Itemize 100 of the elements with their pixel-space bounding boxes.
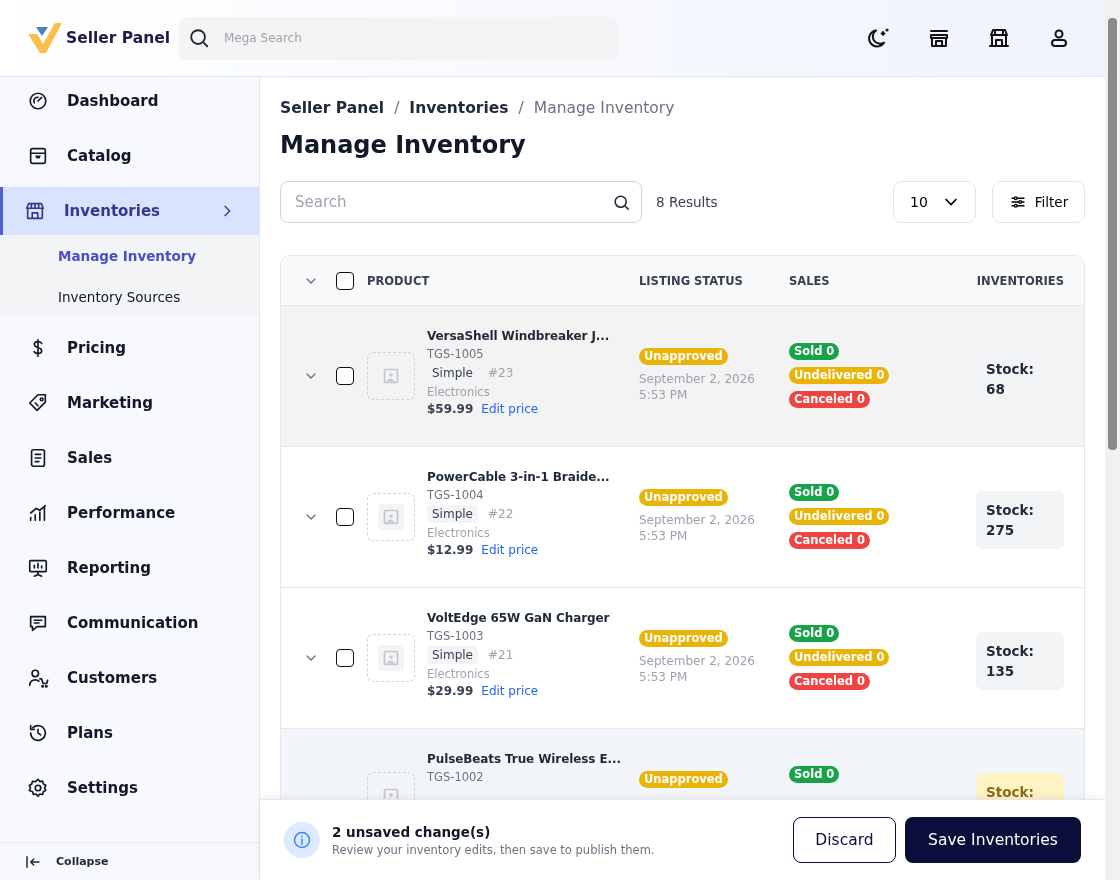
breadcrumb-current: Manage Inventory	[533, 99, 675, 117]
sidebar-item[interactable]: Plans	[0, 709, 259, 757]
listing-date: September 2, 2026 5:53 PM	[639, 653, 755, 685]
product-name: PowerCable 3-in-1 Braide...	[427, 469, 611, 486]
table-row[interactable]: PulseBeats True Wireless E... TGS-1002 Unapproved Sold 0 Stock:	[281, 729, 1084, 799]
brand-name: Seller Panel	[66, 29, 171, 47]
breadcrumb-link[interactable]: Seller Panel	[280, 99, 385, 117]
sidebar-item[interactable]: Pricing	[0, 324, 259, 372]
save-button[interactable]: Save Inventories	[905, 817, 1081, 863]
collapse-button[interactable]: Collapse	[0, 842, 259, 880]
column-header: LISTING STATUS	[639, 273, 744, 288]
filter-button[interactable]: Filter	[992, 181, 1085, 223]
search-field[interactable]: Mega Search	[178, 16, 618, 60]
scrollbar[interactable]	[1105, 0, 1120, 880]
product-name: PulseBeats True Wireless E...	[427, 751, 622, 768]
product-category: Electronics	[427, 385, 491, 399]
stock-box: Stock: 275	[976, 491, 1064, 549]
image-placeholder-icon	[367, 352, 415, 400]
breadcrumb-separator: /	[394, 99, 400, 117]
search-icon	[612, 192, 631, 212]
image-placeholder-icon	[367, 634, 415, 682]
unsaved-title: 2 unsaved change(s)	[332, 823, 492, 840]
sales-badge: Undelivered 0	[789, 508, 890, 525]
product-sku: TGS-1002	[427, 770, 485, 784]
history-icon	[27, 722, 49, 744]
sidebar-item[interactable]: Communication	[0, 599, 259, 647]
product-type-tag: Simple	[427, 505, 478, 523]
box-icon	[27, 145, 49, 167]
search-input[interactable]: Mega Search	[222, 15, 608, 61]
edit-price-link[interactable]: Edit price	[481, 543, 539, 557]
presentation-icon	[27, 557, 49, 579]
sidebar-item[interactable]: Catalog	[0, 132, 259, 180]
store-icon	[987, 26, 1011, 50]
sales-badge: Sold 0	[789, 484, 840, 501]
sidebar-subitem[interactable]: Manage Inventory	[0, 235, 259, 276]
gear-icon	[27, 777, 49, 799]
tag-icon	[27, 392, 49, 414]
product-name: VersaShell Windbreaker J...	[427, 328, 611, 345]
sidebar-item[interactable]: Inventories	[0, 187, 259, 235]
moon-icon	[867, 26, 891, 50]
sidebar-item[interactable]: Sales	[0, 434, 259, 482]
sidebar-item[interactable]: Performance	[0, 489, 259, 537]
stock-box: Stock: 135	[976, 632, 1064, 690]
page-title: Manage Inventory	[280, 131, 527, 159]
sales-badge: Canceled 0	[789, 532, 870, 549]
product-sku: TGS-1004	[427, 488, 485, 502]
listing-date: September 2, 2026 5:53 PM	[639, 371, 755, 403]
status-badge: Unapproved	[639, 348, 728, 365]
sales-badge: Sold 0	[789, 343, 840, 360]
edit-price-link[interactable]: Edit price	[481, 402, 539, 416]
select-all-checkbox[interactable]	[336, 271, 354, 290]
sales-badge: Canceled 0	[789, 673, 870, 690]
column-header: INVENTORIES	[976, 273, 1064, 288]
sidebar-subitem[interactable]: Inventory Sources	[0, 276, 259, 317]
product-type-tag: Simple	[427, 646, 478, 664]
column-header: PRODUCT	[367, 273, 431, 288]
sales-badge: Sold 0	[789, 766, 840, 783]
logo-icon	[28, 23, 62, 53]
sidebar-item[interactable]: Dashboard	[0, 77, 259, 125]
product-number: #21	[488, 648, 514, 662]
status-badge: Unapproved	[639, 489, 728, 506]
product-category: Electronics	[427, 526, 491, 540]
product-price: $12.99	[427, 543, 474, 557]
customer-cart-icon	[27, 667, 49, 689]
stock-box: Stock:	[976, 773, 1064, 799]
row-checkbox[interactable]	[336, 367, 354, 385]
sales-badge: Undelivered 0	[789, 367, 890, 384]
row-checkbox[interactable]	[336, 649, 354, 667]
sidebar-item[interactable]: Reporting	[0, 544, 259, 592]
listing-date: September 2, 2026 5:53 PM	[639, 512, 755, 544]
status-badge: Unapproved	[639, 630, 728, 647]
row-checkbox[interactable]	[336, 508, 354, 526]
sales-badge: Sold 0	[789, 625, 840, 642]
image-placeholder-icon	[367, 493, 415, 541]
results-count: 8 Results	[656, 194, 718, 210]
product-name: VoltEdge 65W GaN Charger	[427, 610, 611, 627]
product-category: Electronics	[427, 667, 491, 681]
bar-chart-icon	[27, 502, 49, 524]
product-price: $59.99	[427, 402, 474, 416]
sidebar-item[interactable]: Settings	[0, 764, 259, 812]
column-header: SALES	[789, 273, 831, 288]
discard-button[interactable]: Discard	[793, 817, 896, 863]
sales-badge: Undelivered 0	[789, 649, 890, 666]
search-icon	[188, 27, 210, 49]
page-size-select[interactable]: 10	[893, 181, 976, 223]
unsaved-message: Review your inventory edits, then save to publish them.	[332, 842, 655, 857]
gauge-icon	[27, 90, 49, 112]
product-price: $29.99	[427, 684, 474, 698]
sidebar-item[interactable]: Customers	[0, 654, 259, 702]
info-glyph-icon	[292, 830, 312, 850]
product-sku: TGS-1003	[427, 629, 485, 643]
product-number: #22	[488, 507, 514, 521]
edit-price-link[interactable]: Edit price	[481, 684, 539, 698]
sales-badge: Canceled 0	[789, 391, 870, 408]
product-number: #23	[488, 366, 514, 380]
sliders-icon	[1008, 193, 1027, 211]
sidebar-item[interactable]: Marketing	[0, 379, 259, 427]
table-row[interactable]: VersaShell Windbreaker J... TGS-1005 Simple #23 Electronics $59.99 Edit price Unapproved September 2, 2026 5:53 PM Sold 0 Undelivered 0 Canceled 0 Stock: 68	[281, 306, 1084, 447]
breadcrumb-link[interactable]: Inventories	[409, 99, 509, 117]
store-icon	[24, 200, 46, 222]
